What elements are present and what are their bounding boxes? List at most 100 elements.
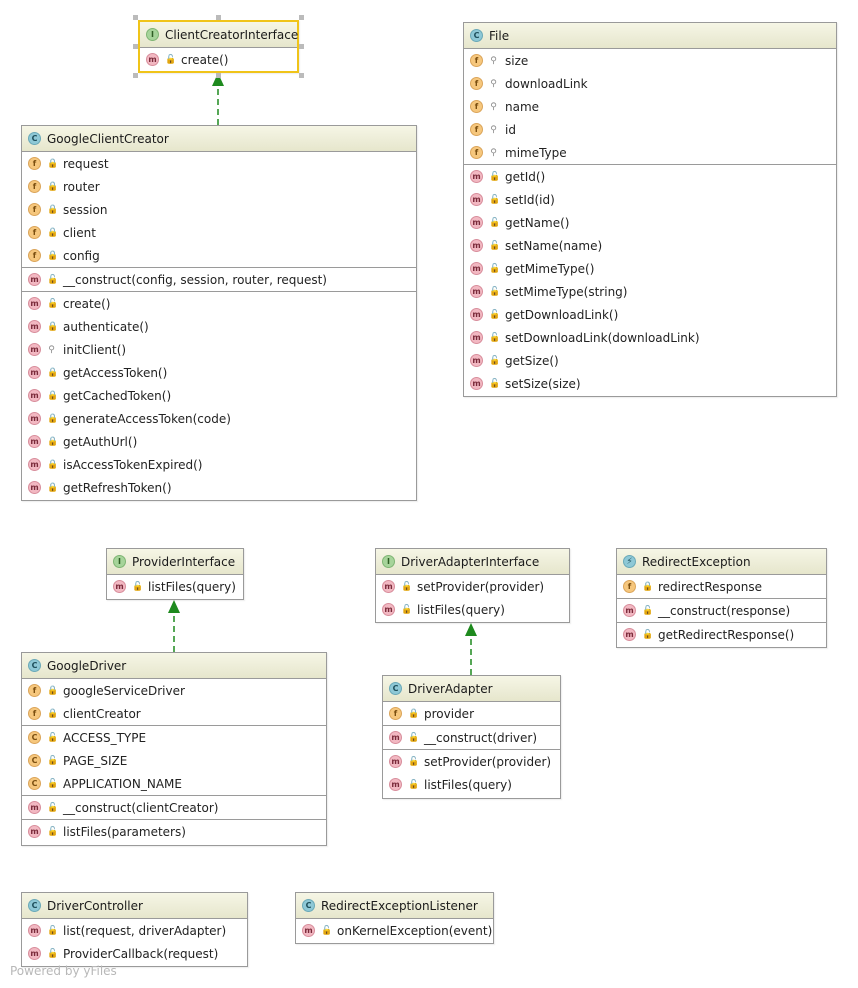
selection-handle-icon[interactable]: [299, 44, 304, 49]
interface-icon: I: [382, 555, 395, 568]
class-header: C File: [464, 23, 836, 49]
class-redirectexceptionlistener[interactable]: C RedirectExceptionListener m 🔓 onKernelEx…: [295, 892, 494, 944]
method-icon: m: [470, 354, 483, 367]
method-icon: m: [28, 273, 41, 286]
protected-key-icon: ⚲: [48, 344, 55, 355]
method-icon: m: [28, 458, 41, 471]
class-providerinterface[interactable]: I ProviderInterface m 🔓 listFiles(query): [106, 548, 244, 600]
public-lock-icon: 🔓: [489, 263, 501, 274]
class-driveradapterinterface[interactable]: I DriverAdapterInterface m 🔓 setProvider(p…: [375, 548, 570, 623]
field-row: f ⚲ mimeType: [464, 141, 836, 164]
field-name: downloadLink: [505, 76, 588, 91]
constant-row: C 🔓 PAGE_SIZE: [22, 749, 326, 772]
selection-handle-icon[interactable]: [133, 15, 138, 20]
method-row: m 🔒 getCachedToken(): [22, 384, 416, 407]
private-lock-icon: 🔒: [47, 321, 59, 332]
selection-handle-icon[interactable]: [216, 73, 221, 78]
method-row: m 🔓 listFiles(parameters): [22, 820, 326, 843]
public-lock-icon: 🔓: [408, 732, 420, 743]
class-title: DriverController: [47, 898, 143, 913]
public-lock-icon: 🔓: [642, 629, 654, 640]
private-lock-icon: 🔒: [47, 708, 59, 719]
constant-name: PAGE_SIZE: [63, 753, 128, 768]
method-icon: m: [28, 435, 41, 448]
selection-handle-icon[interactable]: [133, 44, 138, 49]
public-lock-icon: 🔓: [47, 778, 59, 789]
method-row: m 🔓 setName(name): [464, 234, 836, 257]
method-icon: m: [389, 731, 402, 744]
class-drivercontroller[interactable]: C DriverController m 🔓 list(request, drive…: [21, 892, 248, 967]
selection-handle-icon[interactable]: [216, 15, 221, 20]
field-icon: f: [470, 77, 483, 90]
arrowhead-icon: [168, 600, 180, 613]
class-clientcreatorinterface[interactable]: I ClientCreatorInterface m 🔓 create(): [138, 20, 299, 73]
public-lock-icon: 🔓: [489, 355, 501, 366]
field-icon: f: [470, 54, 483, 67]
method-name: create(): [181, 52, 229, 67]
method-row: m 🔒 generateAccessToken(code): [22, 407, 416, 430]
class-file[interactable]: C File f ⚲ size f ⚲ downloadLink f ⚲ name f ⚲ id…: [463, 22, 837, 397]
method-name: initClient(): [63, 342, 127, 357]
method-icon: m: [470, 170, 483, 183]
class-googleclientcreator[interactable]: C GoogleClientCreator f 🔒 request f 🔒 router…: [21, 125, 417, 501]
method-name: setName(name): [505, 238, 603, 253]
interface-icon: I: [113, 555, 126, 568]
method-name: getName(): [505, 215, 570, 230]
method-name: setSize(size): [505, 376, 581, 391]
constructor-name: __construct(clientCreator): [63, 800, 219, 815]
arrowhead-icon: [465, 623, 477, 636]
field-icon: f: [28, 226, 41, 239]
field-row: f ⚲ downloadLink: [464, 72, 836, 95]
method-row: m ⚲ initClient(): [22, 338, 416, 361]
constructor-name: __construct(response): [658, 603, 791, 618]
constant-icon: C: [28, 777, 41, 790]
method-icon: m: [470, 377, 483, 390]
method-icon: m: [382, 603, 395, 616]
public-lock-icon: 🔓: [47, 732, 59, 743]
method-row: m 🔓 listFiles(query): [376, 598, 569, 621]
method-row: m 🔓 getSize(): [464, 349, 836, 372]
field-row: f ⚲ size: [464, 49, 836, 72]
method-icon: m: [28, 924, 41, 937]
class-driveradapter[interactable]: C DriverAdapter f 🔒 provider m 🔓 __construct…: [382, 675, 561, 799]
constant-row: C 🔓 ACCESS_TYPE: [22, 726, 326, 749]
method-name: getSize(): [505, 353, 559, 368]
public-lock-icon: 🔓: [642, 605, 654, 616]
field-name: client: [63, 225, 96, 240]
selection-handle-icon[interactable]: [299, 15, 304, 20]
class-redirectexception[interactable]: ⚡ RedirectException f 🔒 redirectResponse m…: [616, 548, 827, 648]
method-icon: m: [28, 481, 41, 494]
public-lock-icon: 🔓: [489, 240, 501, 251]
selection-handle-icon[interactable]: [133, 73, 138, 78]
method-icon: m: [28, 297, 41, 310]
field-icon: f: [28, 203, 41, 216]
method-row: m 🔓 create(): [140, 48, 297, 71]
class-header: C RedirectExceptionListener: [296, 893, 493, 919]
method-icon: m: [28, 343, 41, 356]
method-icon: m: [623, 628, 636, 641]
private-lock-icon: 🔒: [47, 158, 59, 169]
class-googledriver[interactable]: C GoogleDriver f 🔒 googleServiceDriver f 🔒 c…: [21, 652, 327, 846]
public-lock-icon: 🔓: [47, 755, 59, 766]
class-icon: C: [28, 132, 41, 145]
field-name: redirectResponse: [658, 579, 762, 594]
protected-key-icon: ⚲: [490, 124, 497, 135]
field-name: provider: [424, 706, 474, 721]
class-icon: C: [302, 899, 315, 912]
method-name: isAccessTokenExpired(): [63, 457, 203, 472]
constant-name: ACCESS_TYPE: [63, 730, 147, 745]
method-row: m 🔓 listFiles(query): [383, 773, 560, 796]
public-lock-icon: 🔓: [408, 779, 420, 790]
method-name: getDownloadLink(): [505, 307, 619, 322]
class-icon: C: [389, 682, 402, 695]
method-row: m 🔒 authenticate(): [22, 315, 416, 338]
class-icon: C: [470, 29, 483, 42]
field-name: request: [63, 156, 109, 171]
private-lock-icon: 🔒: [47, 250, 59, 261]
selection-handle-icon[interactable]: [299, 73, 304, 78]
field-icon: f: [28, 707, 41, 720]
field-row: f 🔒 redirectResponse: [617, 575, 826, 598]
field-row: f ⚲ id: [464, 118, 836, 141]
method-icon: m: [470, 331, 483, 344]
protected-key-icon: ⚲: [490, 55, 497, 66]
